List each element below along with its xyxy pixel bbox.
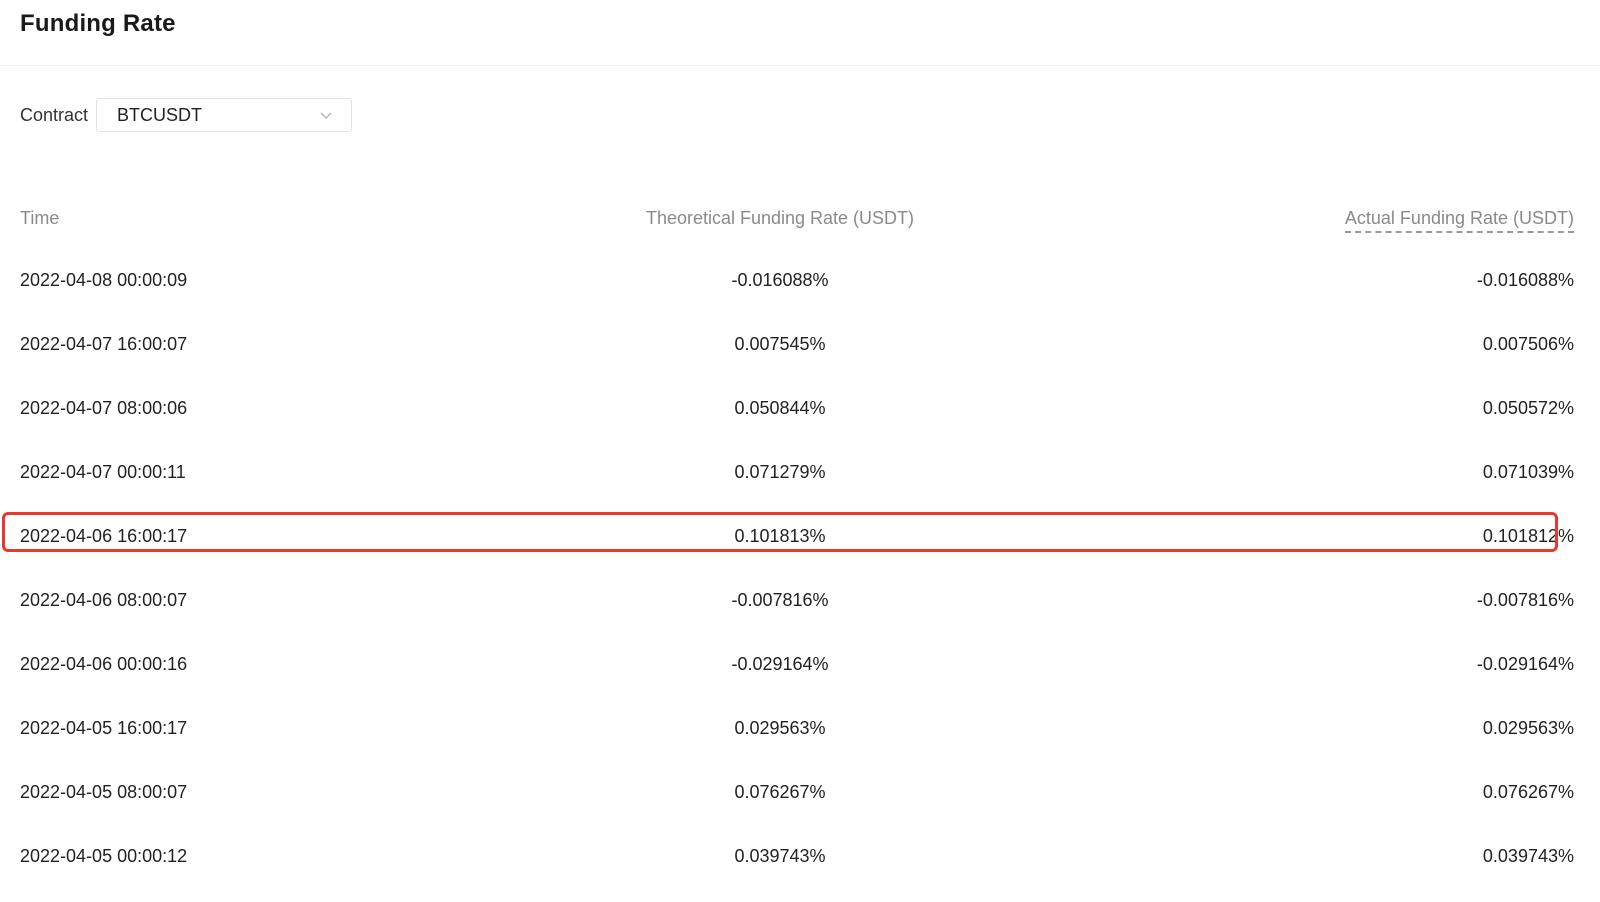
table-row: 2022-04-07 16:00:07 0.007545% 0.007506% bbox=[20, 314, 1574, 378]
row-time: 2022-04-07 00:00:11 bbox=[20, 462, 186, 482]
funding-rate-table: Time Theoretical Funding Rate (USDT) Act… bbox=[20, 190, 1574, 890]
row-time: 2022-04-05 08:00:07 bbox=[20, 782, 188, 802]
table-row: 2022-04-07 08:00:06 0.050844% 0.050572% bbox=[20, 378, 1574, 442]
row-theoretical-rate: 0.101813% bbox=[734, 526, 826, 546]
row-time: 2022-04-06 16:00:17 bbox=[20, 526, 188, 546]
page-header: Funding Rate bbox=[0, 0, 1600, 66]
table-header: Time Theoretical Funding Rate (USDT) Act… bbox=[20, 190, 1574, 250]
table-row: 2022-04-06 16:00:17 0.101813% 0.101812% bbox=[20, 506, 1574, 570]
column-header-time: Time bbox=[20, 208, 60, 228]
row-actual-rate: 0.076267% bbox=[1482, 782, 1574, 802]
table-row: 2022-04-06 08:00:07 -0.007816% -0.007816% bbox=[20, 570, 1574, 634]
column-header-actual[interactable]: Actual Funding Rate (USDT) bbox=[1344, 208, 1574, 233]
row-actual-rate: 0.101812% bbox=[1482, 526, 1574, 546]
row-actual-rate: -0.016088% bbox=[1476, 270, 1574, 290]
contract-select-value: BTCUSDT bbox=[117, 104, 203, 125]
row-time: 2022-04-06 08:00:07 bbox=[20, 590, 188, 610]
row-theoretical-rate: -0.029164% bbox=[731, 654, 829, 674]
row-theoretical-rate: 0.071279% bbox=[734, 462, 826, 482]
table-row: 2022-04-05 08:00:07 0.076267% 0.076267% bbox=[20, 762, 1574, 826]
row-time: 2022-04-05 16:00:17 bbox=[20, 718, 188, 738]
table-row: 2022-04-08 00:00:09 -0.016088% -0.016088% bbox=[20, 250, 1574, 314]
row-theoretical-rate: 0.039743% bbox=[734, 846, 826, 866]
row-theoretical-rate: -0.007816% bbox=[731, 590, 829, 610]
table-row: 2022-04-05 00:00:12 0.039743% 0.039743% bbox=[20, 826, 1574, 890]
row-actual-rate: -0.029164% bbox=[1476, 654, 1574, 674]
row-actual-rate: 0.007506% bbox=[1482, 334, 1574, 354]
table-row: 2022-04-06 00:00:16 -0.029164% -0.029164% bbox=[20, 634, 1574, 698]
row-actual-rate: 0.050572% bbox=[1482, 398, 1574, 418]
row-theoretical-rate: 0.076267% bbox=[734, 782, 826, 802]
row-theoretical-rate: 0.050844% bbox=[734, 398, 826, 418]
table-row: 2022-04-07 00:00:11 0.071279% 0.071039% bbox=[20, 442, 1574, 506]
row-actual-rate: 0.039743% bbox=[1482, 846, 1574, 866]
row-time: 2022-04-06 00:00:16 bbox=[20, 654, 188, 674]
row-time: 2022-04-07 08:00:06 bbox=[20, 398, 188, 418]
row-theoretical-rate: -0.016088% bbox=[731, 270, 829, 290]
column-header-theoretical: Theoretical Funding Rate (USDT) bbox=[645, 208, 915, 228]
row-actual-rate: 0.029563% bbox=[1482, 718, 1574, 738]
row-actual-rate: -0.007816% bbox=[1476, 590, 1574, 610]
contract-label: Contract bbox=[20, 104, 89, 125]
row-theoretical-rate: 0.029563% bbox=[734, 718, 826, 738]
row-time: 2022-04-05 00:00:12 bbox=[20, 846, 188, 866]
row-time: 2022-04-07 16:00:07 bbox=[20, 334, 188, 354]
row-actual-rate: 0.071039% bbox=[1482, 462, 1574, 482]
row-time: 2022-04-08 00:00:09 bbox=[20, 270, 188, 290]
table-body: 2022-04-08 00:00:09 -0.016088% -0.016088% 2… bbox=[20, 250, 1574, 890]
page-title: Funding Rate bbox=[20, 10, 176, 37]
contract-filter: Contract BTCUSDT bbox=[20, 97, 353, 133]
table-row: 2022-04-05 16:00:17 0.029563% 0.029563% bbox=[20, 698, 1574, 762]
contract-select[interactable]: BTCUSDT bbox=[96, 98, 353, 132]
chevron-down-icon bbox=[319, 108, 333, 122]
row-theoretical-rate: 0.007545% bbox=[734, 334, 826, 354]
